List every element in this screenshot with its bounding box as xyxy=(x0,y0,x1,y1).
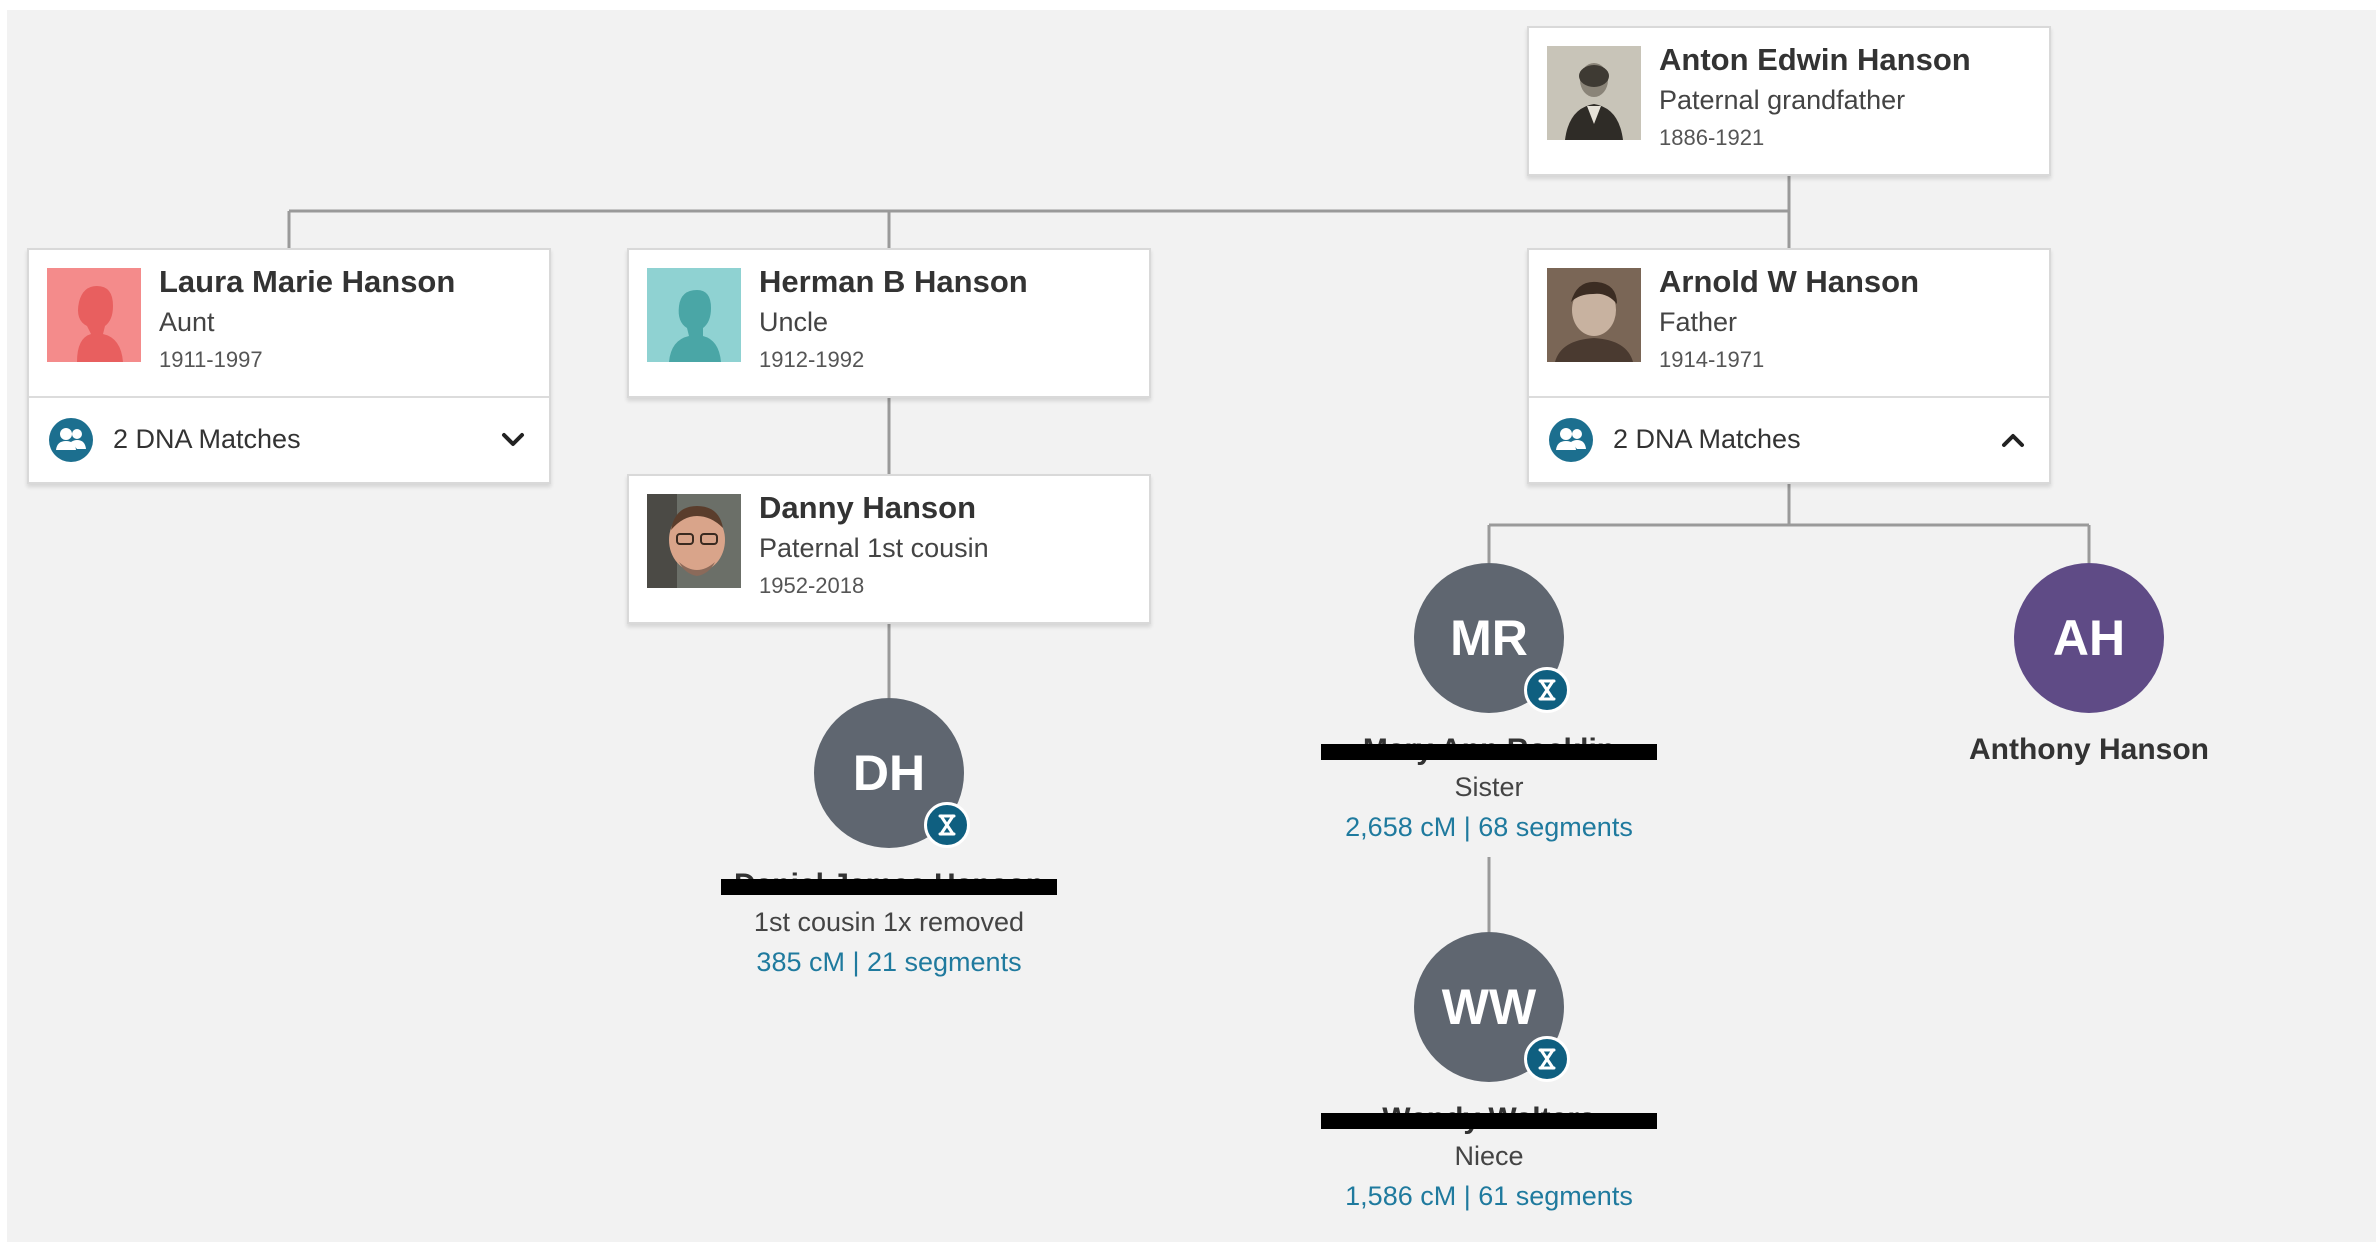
dna-match-dh[interactable]: DH Daniel James Hanson 1st cousin 1x rem… xyxy=(709,698,1069,978)
person-relationship: Paternal 1st cousin xyxy=(759,533,989,563)
people-icon xyxy=(49,418,93,462)
profile-photo xyxy=(47,268,141,362)
person-dates: 1911-1997 xyxy=(159,347,263,372)
person-card-father[interactable]: Arnold W Hanson Father 1914-1971 2 DNA M… xyxy=(1527,248,2051,484)
person-card-uncle[interactable]: Herman B Hanson Uncle 1912-1992 xyxy=(627,248,1151,398)
dna-matches-toggle[interactable]: 2 DNA Matches xyxy=(29,396,549,482)
match-avatar[interactable]: AH xyxy=(2014,563,2164,713)
shared-dna-link[interactable]: 2,658 cM | 68 segments xyxy=(1309,812,1669,843)
chevron-up-icon[interactable] xyxy=(1995,422,2031,458)
portrait-photo xyxy=(1547,268,1641,362)
person-dates: 1914-1971 xyxy=(1659,347,1765,372)
dna-match-ah[interactable]: AH Anthony Hanson xyxy=(1909,563,2269,769)
match-avatar[interactable]: WW xyxy=(1414,932,1570,1082)
person-relationship: Aunt xyxy=(159,307,215,337)
dna-badge-icon xyxy=(1524,667,1570,713)
person-name: Laura Marie Hanson xyxy=(159,264,456,299)
dna-matches-label: 2 DNA Matches xyxy=(113,424,301,454)
match-relationship: Niece xyxy=(1454,1141,1524,1171)
person-card-cousin[interactable]: Danny Hanson Paternal 1st cousin 1952-20… xyxy=(627,474,1151,624)
dna-badge-icon xyxy=(924,802,970,848)
redaction-bar xyxy=(1321,744,1657,760)
family-tree-canvas: Anton Edwin Hanson Paternal grandfather … xyxy=(7,10,2376,1242)
female-silhouette-icon xyxy=(47,268,141,362)
avatar-initials: DH xyxy=(852,745,926,801)
people-icon xyxy=(1549,418,1593,462)
avatar-initials: AH xyxy=(2052,610,2126,666)
male-silhouette-icon xyxy=(647,268,741,362)
profile-photo xyxy=(647,268,741,362)
match-relationship: Sister xyxy=(1454,772,1524,802)
portrait-photo-icon xyxy=(647,494,741,588)
person-name: Danny Hanson xyxy=(759,490,977,525)
portrait-photo xyxy=(1547,46,1641,140)
person-name: Anton Edwin Hanson xyxy=(1659,42,1971,77)
chevron-down-icon[interactable] xyxy=(495,422,531,458)
avatar-initials: MR xyxy=(1450,610,1528,666)
match-avatar[interactable]: MR xyxy=(1414,563,1570,713)
person-dates: 1952-2018 xyxy=(759,573,865,598)
match-avatar[interactable]: DH xyxy=(814,698,970,848)
match-name: Wendy Walters xyxy=(1309,1102,1669,1138)
redaction-bar xyxy=(1321,1113,1657,1129)
dna-matches-label: 2 DNA Matches xyxy=(1613,424,1801,454)
match-name: Daniel James Hanson xyxy=(709,868,1069,904)
dna-match-mr[interactable]: MR Mary Ann Rocklin Sister 2,658 cM | 68… xyxy=(1309,563,1669,843)
dna-match-ww[interactable]: WW Wendy Walters Niece 1,586 cM | 61 seg… xyxy=(1309,932,1669,1212)
vintage-portrait-photo-icon xyxy=(1547,46,1641,140)
match-name: Mary Ann Rocklin xyxy=(1309,733,1669,769)
shared-dna-link[interactable]: 385 cM | 21 segments xyxy=(709,947,1069,978)
person-card-grandfather[interactable]: Anton Edwin Hanson Paternal grandfather … xyxy=(1527,26,2051,176)
avatar-initials: WW xyxy=(1441,979,1537,1035)
match-relationship: 1st cousin 1x removed xyxy=(753,907,1025,937)
vintage-portrait-photo-icon xyxy=(1547,268,1641,362)
dna-badge-icon xyxy=(1524,1036,1570,1082)
shared-dna-link[interactable]: 1,586 cM | 61 segments xyxy=(1309,1181,1669,1212)
redaction-bar xyxy=(721,879,1057,895)
person-relationship: Paternal grandfather xyxy=(1659,85,1906,115)
portrait-photo xyxy=(647,494,741,588)
person-relationship: Uncle xyxy=(759,307,829,337)
person-name: Herman B Hanson xyxy=(759,264,1028,299)
person-name: Arnold W Hanson xyxy=(1659,264,1920,299)
person-dates: 1912-1992 xyxy=(759,347,865,372)
person-dates: 1886-1921 xyxy=(1659,125,1765,150)
dna-matches-toggle[interactable]: 2 DNA Matches xyxy=(1529,396,2049,482)
match-name: Anthony Hanson xyxy=(1969,733,2209,766)
person-relationship: Father xyxy=(1659,307,1738,337)
person-card-aunt[interactable]: Laura Marie Hanson Aunt 1911-1997 2 DNA … xyxy=(27,248,551,484)
